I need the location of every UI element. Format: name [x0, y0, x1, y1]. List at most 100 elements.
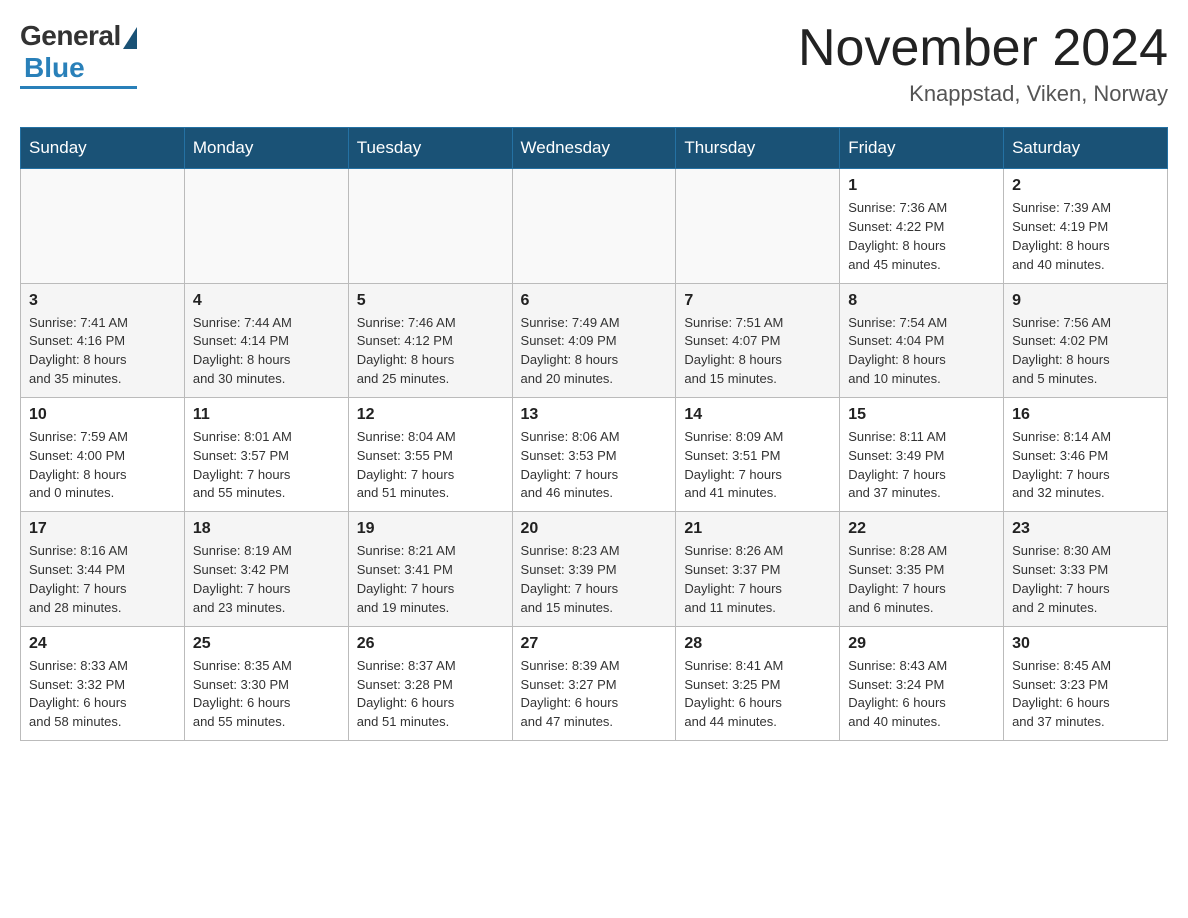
day-number: 5	[357, 292, 504, 310]
calendar-table: SundayMondayTuesdayWednesdayThursdayFrid…	[20, 127, 1168, 741]
day-number: 3	[29, 292, 176, 310]
calendar-cell: 18 Sunrise: 8:19 AM Sunset: 3:42 PM Dayli…	[184, 512, 348, 626]
weekday-header-tuesday: Tuesday	[348, 128, 512, 169]
calendar-cell: 5 Sunrise: 7:46 AM Sunset: 4:12 PM Daylig…	[348, 283, 512, 397]
calendar-cell: 9 Sunrise: 7:56 AM Sunset: 4:02 PM Daylig…	[1004, 283, 1168, 397]
calendar-cell	[348, 169, 512, 283]
header-right: November 2024 Knappstad, Viken, Norway	[798, 20, 1168, 107]
day-info: Sunrise: 8:28 AM Sunset: 3:35 PM Dayligh…	[848, 542, 995, 617]
calendar-cell: 1Sunrise: 7:36 AM Sunset: 4:22 PM Daylig…	[840, 169, 1004, 283]
day-info: Sunrise: 8:14 AM Sunset: 3:46 PM Dayligh…	[1012, 428, 1159, 503]
month-title: November 2024	[798, 20, 1168, 77]
calendar-cell	[184, 169, 348, 283]
day-info: Sunrise: 8:41 AM Sunset: 3:25 PM Dayligh…	[684, 657, 831, 732]
location: Knappstad, Viken, Norway	[798, 81, 1168, 107]
logo-blue-text: Blue	[24, 52, 85, 84]
day-info: Sunrise: 8:37 AM Sunset: 3:28 PM Dayligh…	[357, 657, 504, 732]
day-number: 9	[1012, 292, 1159, 310]
calendar-week-4: 17Sunrise: 8:16 AM Sunset: 3:44 PM Dayli…	[21, 512, 1168, 626]
day-number: 6	[521, 292, 668, 310]
day-number: 18	[193, 520, 340, 538]
calendar-cell: 15 Sunrise: 8:11 AM Sunset: 3:49 PM Dayli…	[840, 397, 1004, 511]
day-info: Sunrise: 7:54 AM Sunset: 4:04 PM Dayligh…	[848, 314, 995, 389]
day-number: 23	[1012, 520, 1159, 538]
day-info: Sunrise: 7:51 AM Sunset: 4:07 PM Dayligh…	[684, 314, 831, 389]
day-info: Sunrise: 8:26 AM Sunset: 3:37 PM Dayligh…	[684, 542, 831, 617]
day-number: 15	[848, 406, 995, 424]
weekday-header-monday: Monday	[184, 128, 348, 169]
calendar-week-2: 3Sunrise: 7:41 AM Sunset: 4:16 PM Daylig…	[21, 283, 1168, 397]
day-number: 20	[521, 520, 668, 538]
day-number: 7	[684, 292, 831, 310]
calendar-cell: 11 Sunrise: 8:01 AM Sunset: 3:57 PM Dayli…	[184, 397, 348, 511]
calendar-week-1: 1Sunrise: 7:36 AM Sunset: 4:22 PM Daylig…	[21, 169, 1168, 283]
weekday-header-thursday: Thursday	[676, 128, 840, 169]
logo-triangle-icon	[123, 27, 137, 49]
day-info: Sunrise: 7:46 AM Sunset: 4:12 PM Dayligh…	[357, 314, 504, 389]
logo-general-text: General	[20, 20, 121, 52]
day-number: 30	[1012, 635, 1159, 653]
calendar-cell: 6 Sunrise: 7:49 AM Sunset: 4:09 PM Daylig…	[512, 283, 676, 397]
calendar-cell: 16 Sunrise: 8:14 AM Sunset: 3:46 PM Dayli…	[1004, 397, 1168, 511]
day-info: Sunrise: 7:56 AM Sunset: 4:02 PM Dayligh…	[1012, 314, 1159, 389]
day-info: Sunrise: 8:04 AM Sunset: 3:55 PM Dayligh…	[357, 428, 504, 503]
calendar-cell: 12 Sunrise: 8:04 AM Sunset: 3:55 PM Dayli…	[348, 397, 512, 511]
day-number: 4	[193, 292, 340, 310]
calendar-week-5: 24 Sunrise: 8:33 AM Sunset: 3:32 PM Dayli…	[21, 626, 1168, 740]
day-number: 24	[29, 635, 176, 653]
day-number: 11	[193, 406, 340, 424]
weekday-header-saturday: Saturday	[1004, 128, 1168, 169]
weekday-header-sunday: Sunday	[21, 128, 185, 169]
day-info: Sunrise: 7:39 AM Sunset: 4:19 PM Dayligh…	[1012, 199, 1159, 274]
day-info: Sunrise: 8:09 AM Sunset: 3:51 PM Dayligh…	[684, 428, 831, 503]
calendar-cell: 30 Sunrise: 8:45 AM Sunset: 3:23 PM Dayli…	[1004, 626, 1168, 740]
day-number: 12	[357, 406, 504, 424]
day-number: 1	[848, 177, 995, 195]
calendar-cell: 27 Sunrise: 8:39 AM Sunset: 3:27 PM Dayli…	[512, 626, 676, 740]
day-info: Sunrise: 8:45 AM Sunset: 3:23 PM Dayligh…	[1012, 657, 1159, 732]
day-number: 27	[521, 635, 668, 653]
calendar-cell: 10Sunrise: 7:59 AM Sunset: 4:00 PM Dayli…	[21, 397, 185, 511]
weekday-header-friday: Friday	[840, 128, 1004, 169]
calendar-cell: 4Sunrise: 7:44 AM Sunset: 4:14 PM Daylig…	[184, 283, 348, 397]
day-number: 25	[193, 635, 340, 653]
calendar-cell	[512, 169, 676, 283]
calendar-cell: 28 Sunrise: 8:41 AM Sunset: 3:25 PM Dayli…	[676, 626, 840, 740]
day-number: 8	[848, 292, 995, 310]
calendar-cell	[676, 169, 840, 283]
day-number: 16	[1012, 406, 1159, 424]
day-number: 26	[357, 635, 504, 653]
day-info: Sunrise: 8:01 AM Sunset: 3:57 PM Dayligh…	[193, 428, 340, 503]
day-info: Sunrise: 8:11 AM Sunset: 3:49 PM Dayligh…	[848, 428, 995, 503]
logo-underline	[20, 86, 137, 89]
weekday-header-wednesday: Wednesday	[512, 128, 676, 169]
day-number: 28	[684, 635, 831, 653]
day-number: 14	[684, 406, 831, 424]
calendar-cell: 19Sunrise: 8:21 AM Sunset: 3:41 PM Dayli…	[348, 512, 512, 626]
calendar-cell: 17Sunrise: 8:16 AM Sunset: 3:44 PM Dayli…	[21, 512, 185, 626]
calendar-cell: 22 Sunrise: 8:28 AM Sunset: 3:35 PM Dayli…	[840, 512, 1004, 626]
day-info: Sunrise: 8:30 AM Sunset: 3:33 PM Dayligh…	[1012, 542, 1159, 617]
calendar-cell: 13Sunrise: 8:06 AM Sunset: 3:53 PM Dayli…	[512, 397, 676, 511]
logo: General Blue	[20, 20, 137, 89]
calendar-cell: 26 Sunrise: 8:37 AM Sunset: 3:28 PM Dayli…	[348, 626, 512, 740]
day-info: Sunrise: 8:39 AM Sunset: 3:27 PM Dayligh…	[521, 657, 668, 732]
day-info: Sunrise: 7:59 AM Sunset: 4:00 PM Dayligh…	[29, 428, 176, 503]
calendar-cell: 29 Sunrise: 8:43 AM Sunset: 3:24 PM Dayli…	[840, 626, 1004, 740]
calendar-cell	[21, 169, 185, 283]
day-info: Sunrise: 8:33 AM Sunset: 3:32 PM Dayligh…	[29, 657, 176, 732]
page-header: General Blue November 2024 Knappstad, Vi…	[20, 20, 1168, 107]
day-number: 22	[848, 520, 995, 538]
day-number: 2	[1012, 177, 1159, 195]
day-info: Sunrise: 8:35 AM Sunset: 3:30 PM Dayligh…	[193, 657, 340, 732]
day-number: 29	[848, 635, 995, 653]
day-info: Sunrise: 7:49 AM Sunset: 4:09 PM Dayligh…	[521, 314, 668, 389]
day-info: Sunrise: 8:19 AM Sunset: 3:42 PM Dayligh…	[193, 542, 340, 617]
calendar-cell: 7 Sunrise: 7:51 AM Sunset: 4:07 PM Daylig…	[676, 283, 840, 397]
day-number: 21	[684, 520, 831, 538]
day-number: 17	[29, 520, 176, 538]
calendar-cell: 21 Sunrise: 8:26 AM Sunset: 3:37 PM Dayli…	[676, 512, 840, 626]
calendar-cell: 3Sunrise: 7:41 AM Sunset: 4:16 PM Daylig…	[21, 283, 185, 397]
day-info: Sunrise: 8:43 AM Sunset: 3:24 PM Dayligh…	[848, 657, 995, 732]
calendar-cell: 25 Sunrise: 8:35 AM Sunset: 3:30 PM Dayli…	[184, 626, 348, 740]
